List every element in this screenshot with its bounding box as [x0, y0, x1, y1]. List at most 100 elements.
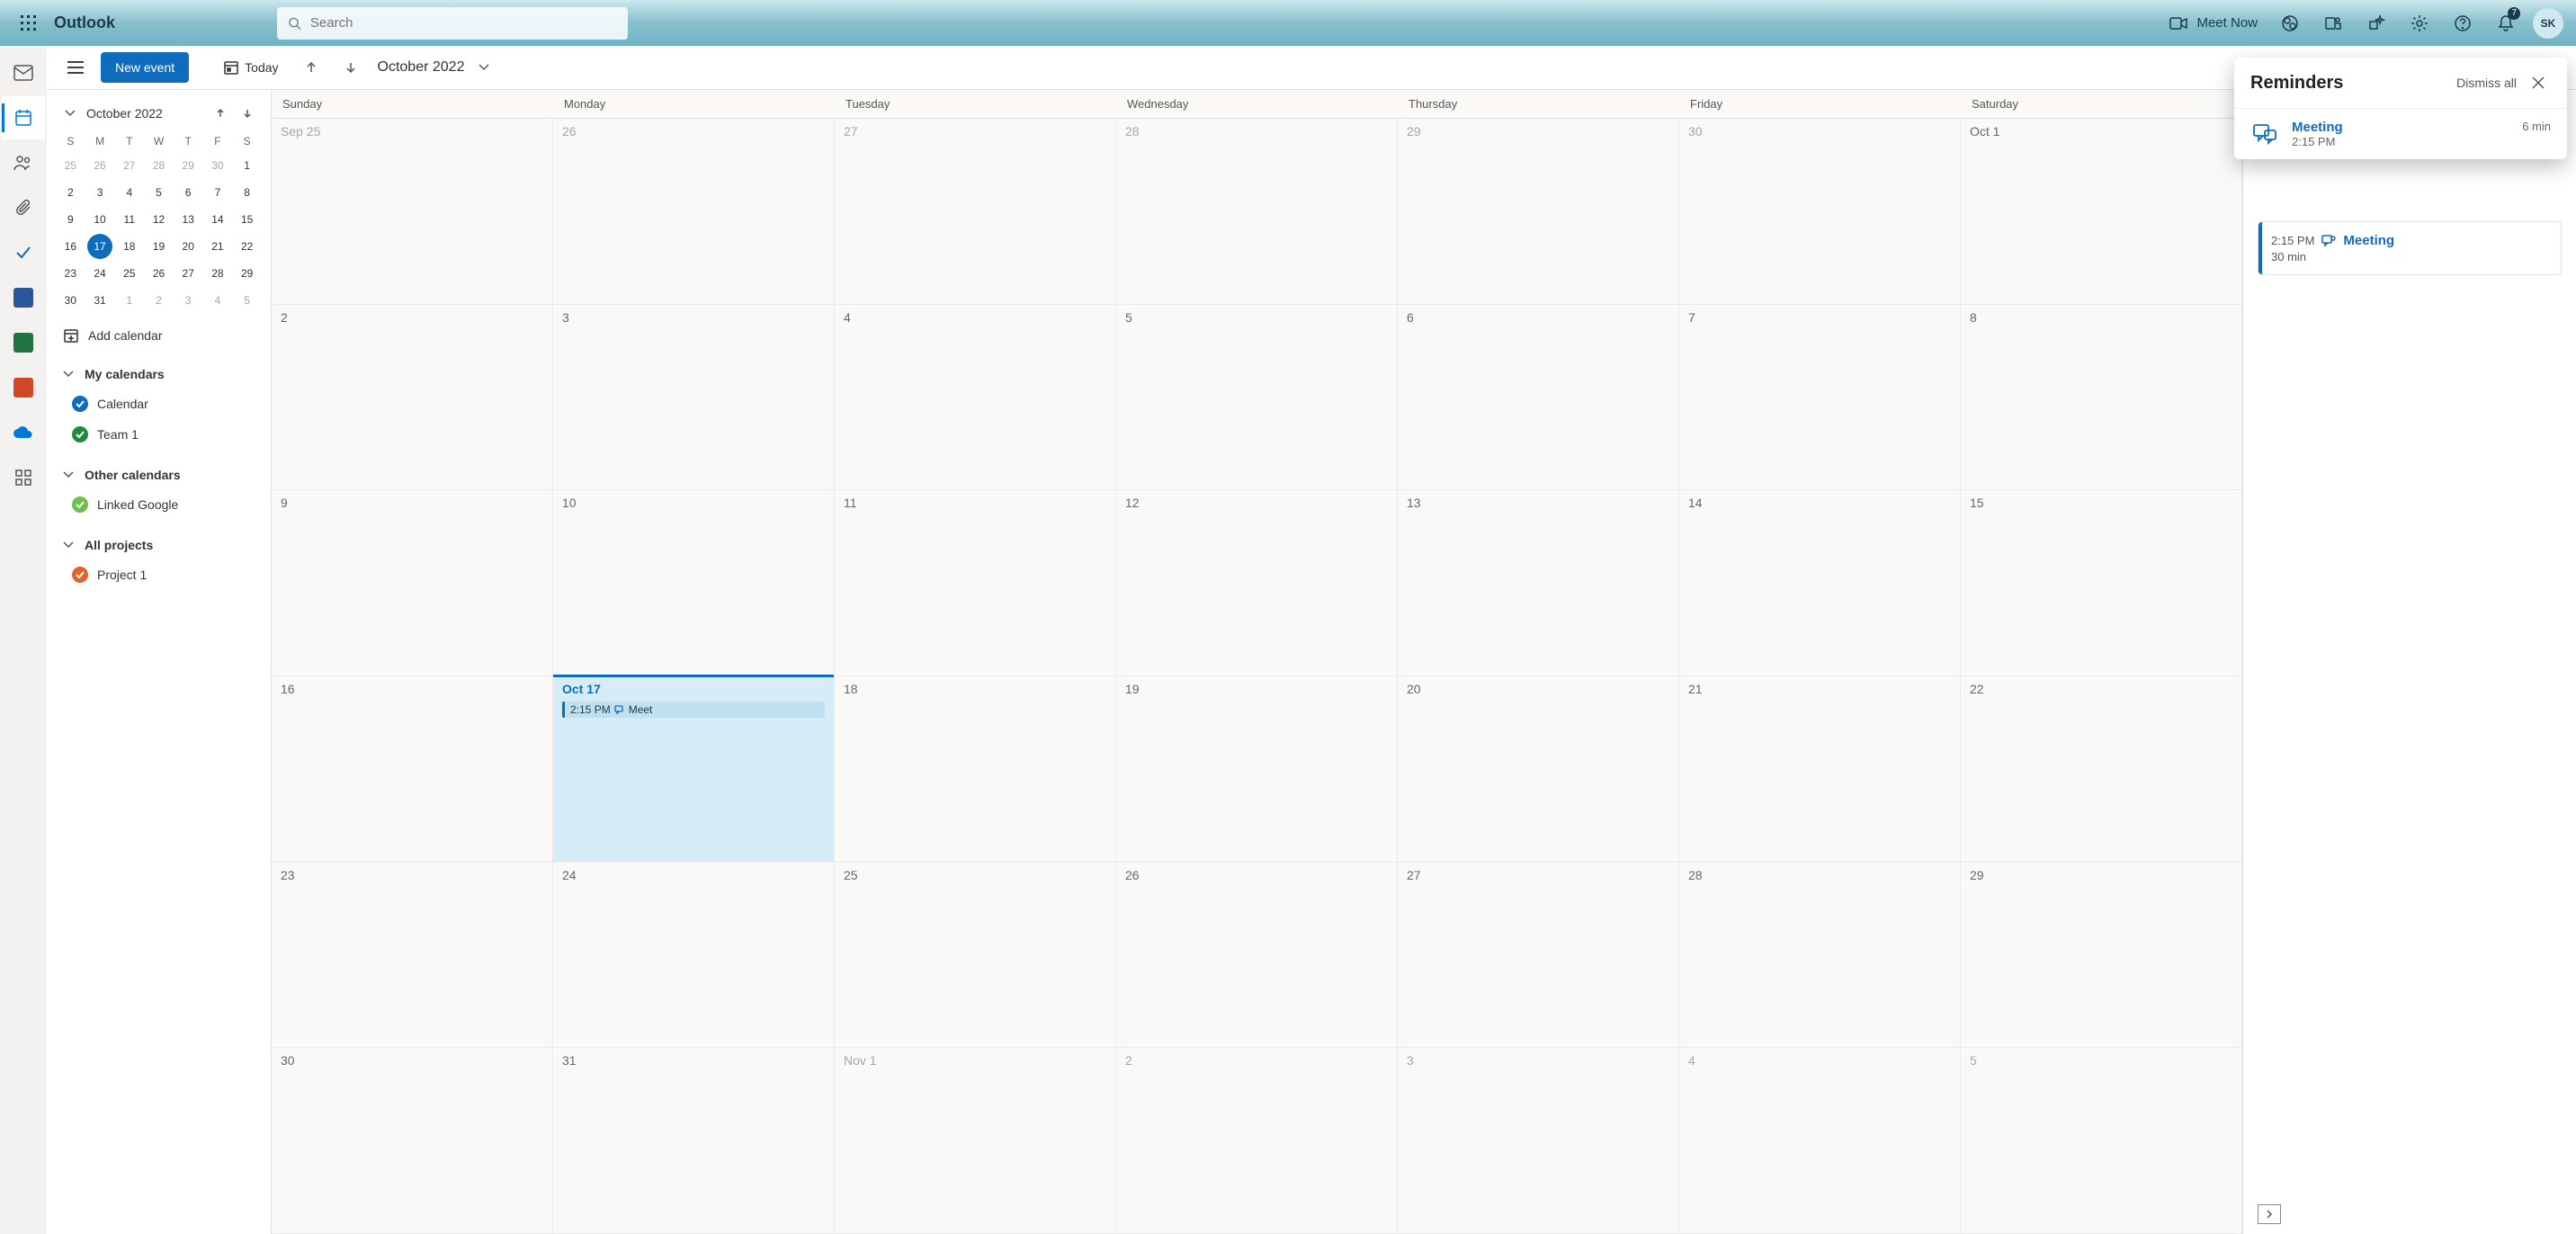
mini-cal-day[interactable]: 11	[114, 207, 144, 232]
calendar-cell[interactable]: 29	[1961, 863, 2242, 1049]
mini-cal-day[interactable]: 30	[203, 153, 233, 178]
mini-cal-day[interactable]: 23	[56, 261, 85, 286]
mini-cal-day[interactable]: 8	[232, 180, 262, 205]
calendar-cell[interactable]: 20	[1398, 676, 1679, 863]
calendar-cell[interactable]: 13	[1398, 490, 1679, 676]
mini-cal-day[interactable]: 20	[174, 234, 203, 259]
mini-cal-day[interactable]: 2	[56, 180, 85, 205]
calendar-cell[interactable]: 31	[553, 1048, 835, 1234]
calendar-cell[interactable]: 24	[553, 863, 835, 1049]
calendar-cell[interactable]: 6	[1398, 305, 1679, 491]
mini-cal-day[interactable]: 31	[85, 288, 115, 313]
mini-cal-day[interactable]: 1	[232, 153, 262, 178]
calendar-cell[interactable]: 30	[1679, 119, 1961, 305]
reminder-item[interactable]: Meeting 2:15 PM 6 min	[2234, 108, 2567, 159]
agenda-event[interactable]: 2:15 PM Meeting 30 min	[2258, 221, 2562, 275]
add-calendar-button[interactable]: Add calendar	[47, 317, 271, 354]
mini-cal-day[interactable]: 15	[232, 207, 262, 232]
mini-cal-day[interactable]: 12	[144, 207, 174, 232]
new-event-button[interactable]: New event	[101, 52, 189, 83]
word-app[interactable]	[2, 276, 45, 319]
more-apps[interactable]	[2, 456, 45, 499]
mini-cal-day[interactable]: 9	[56, 207, 85, 232]
settings-button[interactable]	[2398, 2, 2441, 45]
calendar-cell[interactable]: 11	[835, 490, 1116, 676]
calendar-cell[interactable]: 26	[553, 119, 835, 305]
calendar-cell[interactable]: 3	[1398, 1048, 1679, 1234]
mini-cal-day[interactable]: 3	[85, 180, 115, 205]
mini-cal-day[interactable]: 21	[203, 234, 233, 259]
calendar-cell[interactable]: 10	[553, 490, 835, 676]
calendar-cell[interactable]: 27	[835, 119, 1116, 305]
month-picker[interactable]	[471, 55, 496, 80]
close-reminders[interactable]	[2526, 70, 2551, 95]
calendar-cell[interactable]: 4	[835, 305, 1116, 491]
mini-cal-day[interactable]: 1	[114, 288, 144, 313]
skype-button[interactable]	[2268, 2, 2312, 45]
mini-cal-day[interactable]: 24	[85, 261, 115, 286]
calendar-cell[interactable]: 29	[1398, 119, 1679, 305]
mini-cal-day[interactable]: 19	[144, 234, 174, 259]
mini-cal-day[interactable]: 27	[114, 153, 144, 178]
files-app[interactable]	[2, 186, 45, 229]
help-button[interactable]	[2441, 2, 2484, 45]
mini-cal-day[interactable]: 4	[203, 288, 233, 313]
calendar-cell[interactable]: 3	[553, 305, 835, 491]
calendar-cell[interactable]: Sep 25	[272, 119, 553, 305]
powerpoint-app[interactable]	[2, 366, 45, 409]
prev-period[interactable]	[295, 51, 327, 84]
search-input[interactable]	[310, 15, 617, 31]
calendar-cell[interactable]: 14	[1679, 490, 1961, 676]
mini-cal-day[interactable]: 26	[85, 153, 115, 178]
calendar-cell[interactable]: 27	[1398, 863, 1679, 1049]
mini-cal-day[interactable]: 25	[56, 153, 85, 178]
calendar-cell[interactable]: 26	[1116, 863, 1398, 1049]
calendar-cell[interactable]: 23	[272, 863, 553, 1049]
mini-cal-day[interactable]: 26	[144, 261, 174, 286]
search-box[interactable]	[277, 7, 628, 40]
excel-app[interactable]	[2, 321, 45, 364]
mini-cal-day[interactable]: 16	[56, 234, 85, 259]
calendar-cell[interactable]: 30	[272, 1048, 553, 1234]
mini-cal-day[interactable]: 4	[114, 180, 144, 205]
calendar-cell[interactable]: 2	[1116, 1048, 1398, 1234]
next-period[interactable]	[335, 51, 367, 84]
calendar-cell[interactable]: 12	[1116, 490, 1398, 676]
mini-cal-day[interactable]: 2	[144, 288, 174, 313]
calendar-cell[interactable]: 4	[1679, 1048, 1961, 1234]
onedrive-app[interactable]	[2, 411, 45, 454]
meet-now-button[interactable]: Meet Now	[2159, 15, 2268, 31]
mini-cal-toggle[interactable]	[59, 103, 81, 124]
mini-cal-day[interactable]: 29	[174, 153, 203, 178]
mini-cal-day[interactable]: 17	[87, 234, 112, 259]
collapse-agenda[interactable]	[2258, 1204, 2281, 1224]
calendar-cell[interactable]: 5	[1961, 1048, 2242, 1234]
calendar-cell[interactable]: 7	[1679, 305, 1961, 491]
dismiss-all-button[interactable]: Dismiss all	[2456, 76, 2517, 90]
calendar-cell[interactable]: Oct 1	[1961, 119, 2242, 305]
calendar-cell[interactable]: 16	[272, 676, 553, 863]
notifications-button[interactable]: 7	[2484, 2, 2527, 45]
calendar-cell[interactable]: 28	[1116, 119, 1398, 305]
mini-cal-prev[interactable]	[210, 103, 231, 124]
calendar-group-header[interactable]: Other calendars	[47, 461, 271, 489]
people-app[interactable]	[2, 141, 45, 184]
tips-button[interactable]	[2355, 2, 2398, 45]
calendar-app[interactable]	[2, 96, 45, 139]
mini-cal-day[interactable]: 25	[114, 261, 144, 286]
event-chip[interactable]: 2:15 PMMeet	[562, 702, 825, 718]
calendar-cell[interactable]: Oct 172:15 PMMeet	[553, 676, 835, 863]
mini-cal-next[interactable]	[237, 103, 258, 124]
calendar-cell[interactable]: 19	[1116, 676, 1398, 863]
mini-cal-day[interactable]: 3	[174, 288, 203, 313]
mini-cal-day[interactable]: 30	[56, 288, 85, 313]
mini-cal-day[interactable]: 22	[232, 234, 262, 259]
mini-cal-day[interactable]: 5	[232, 288, 262, 313]
calendar-cell[interactable]: 2	[272, 305, 553, 491]
mini-cal-day[interactable]: 27	[174, 261, 203, 286]
calendar-item[interactable]: Project 1	[47, 559, 271, 590]
mini-cal-day[interactable]: 18	[114, 234, 144, 259]
mini-cal-day[interactable]: 6	[174, 180, 203, 205]
calendar-group-header[interactable]: My calendars	[47, 360, 271, 389]
calendar-cell[interactable]: 21	[1679, 676, 1961, 863]
